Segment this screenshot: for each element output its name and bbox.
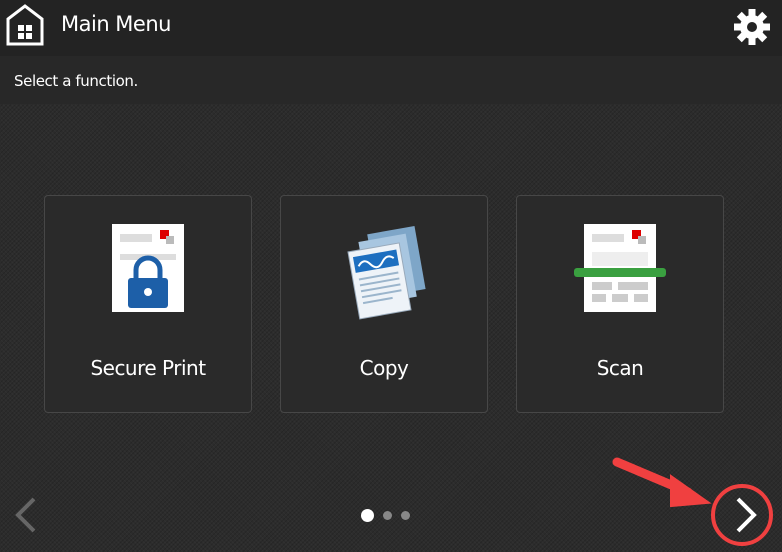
tile-label: Copy — [359, 356, 409, 380]
tile-label: Scan — [596, 356, 644, 380]
tile-scan[interactable]: Scan — [516, 195, 724, 413]
page-title: Main Menu — [61, 12, 171, 36]
tile-secure-print[interactable]: Secure Print — [44, 195, 252, 413]
previous-page-icon[interactable] — [12, 497, 38, 533]
gear-icon[interactable] — [733, 8, 771, 46]
tile-copy[interactable]: Copy — [280, 195, 488, 413]
copy-icon — [347, 226, 426, 320]
instruction-text: Select a function. — [14, 72, 138, 90]
page-dot-active — [361, 509, 374, 522]
page-dot — [383, 511, 392, 520]
tile-label: Secure Print — [90, 356, 206, 380]
page-indicator — [361, 509, 410, 522]
page-dot — [401, 511, 410, 520]
home-icon[interactable] — [6, 4, 44, 46]
secure-print-icon — [112, 224, 184, 312]
scan-icon — [574, 224, 666, 312]
next-page-icon[interactable] — [734, 497, 760, 533]
